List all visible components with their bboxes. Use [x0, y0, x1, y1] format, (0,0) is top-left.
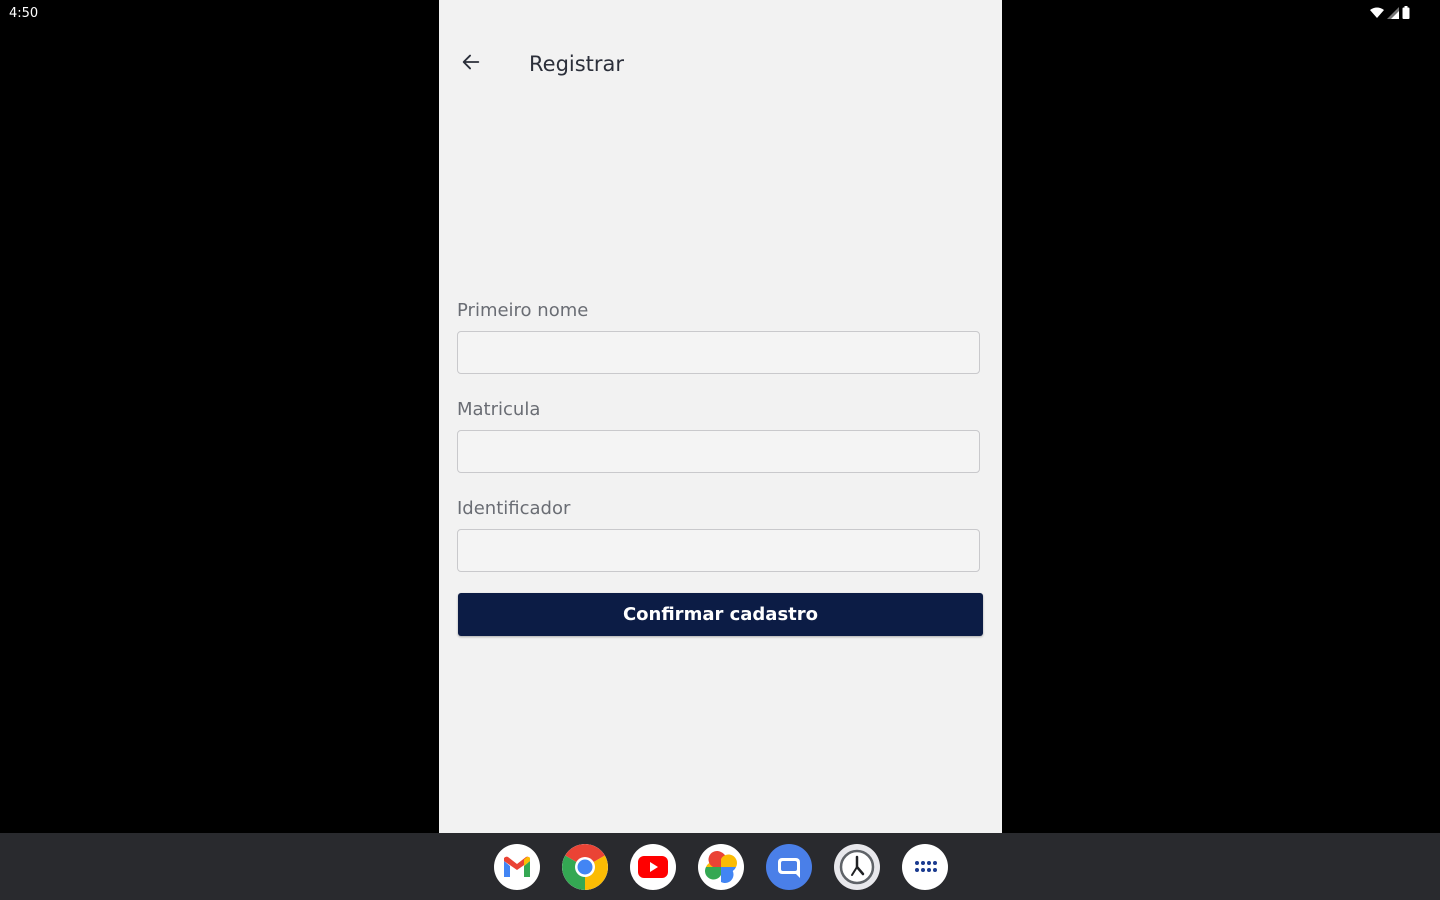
photos-icon[interactable]: [698, 844, 744, 890]
back-button[interactable]: [455, 48, 487, 80]
clock-icon[interactable]: [834, 844, 880, 890]
taskbar: [0, 833, 1440, 900]
first-name-input[interactable]: [457, 331, 980, 374]
identifier-label: Identificador: [457, 498, 571, 519]
android-screen: 4:50 Registrar Primeiro nome Matricula I…: [0, 0, 1440, 900]
confirm-registration-button[interactable]: Confirmar cadastro: [458, 593, 983, 636]
gmail-icon[interactable]: [494, 844, 540, 890]
chrome-icon[interactable]: [562, 844, 608, 890]
registration-input[interactable]: [457, 430, 980, 473]
youtube-icon[interactable]: [630, 844, 676, 890]
first-name-label: Primeiro nome: [457, 300, 589, 321]
app-drawer-icon[interactable]: [902, 844, 948, 890]
signal-icon: [1387, 6, 1399, 19]
status-time: 4:50: [9, 6, 39, 21]
status-icons: [1370, 6, 1410, 19]
identifier-input[interactable]: [457, 529, 980, 572]
wifi-icon: [1370, 7, 1384, 19]
battery-icon: [1402, 6, 1410, 19]
top-app-bar: Registrar: [439, 40, 1002, 88]
messages-icon[interactable]: [766, 844, 812, 890]
page-title: Registrar: [529, 52, 625, 76]
arrow-left-icon: [460, 51, 482, 78]
register-screen: Registrar Primeiro nome Matricula Identi…: [439, 0, 1002, 833]
registration-label: Matricula: [457, 399, 541, 420]
app-dock: [494, 844, 948, 890]
